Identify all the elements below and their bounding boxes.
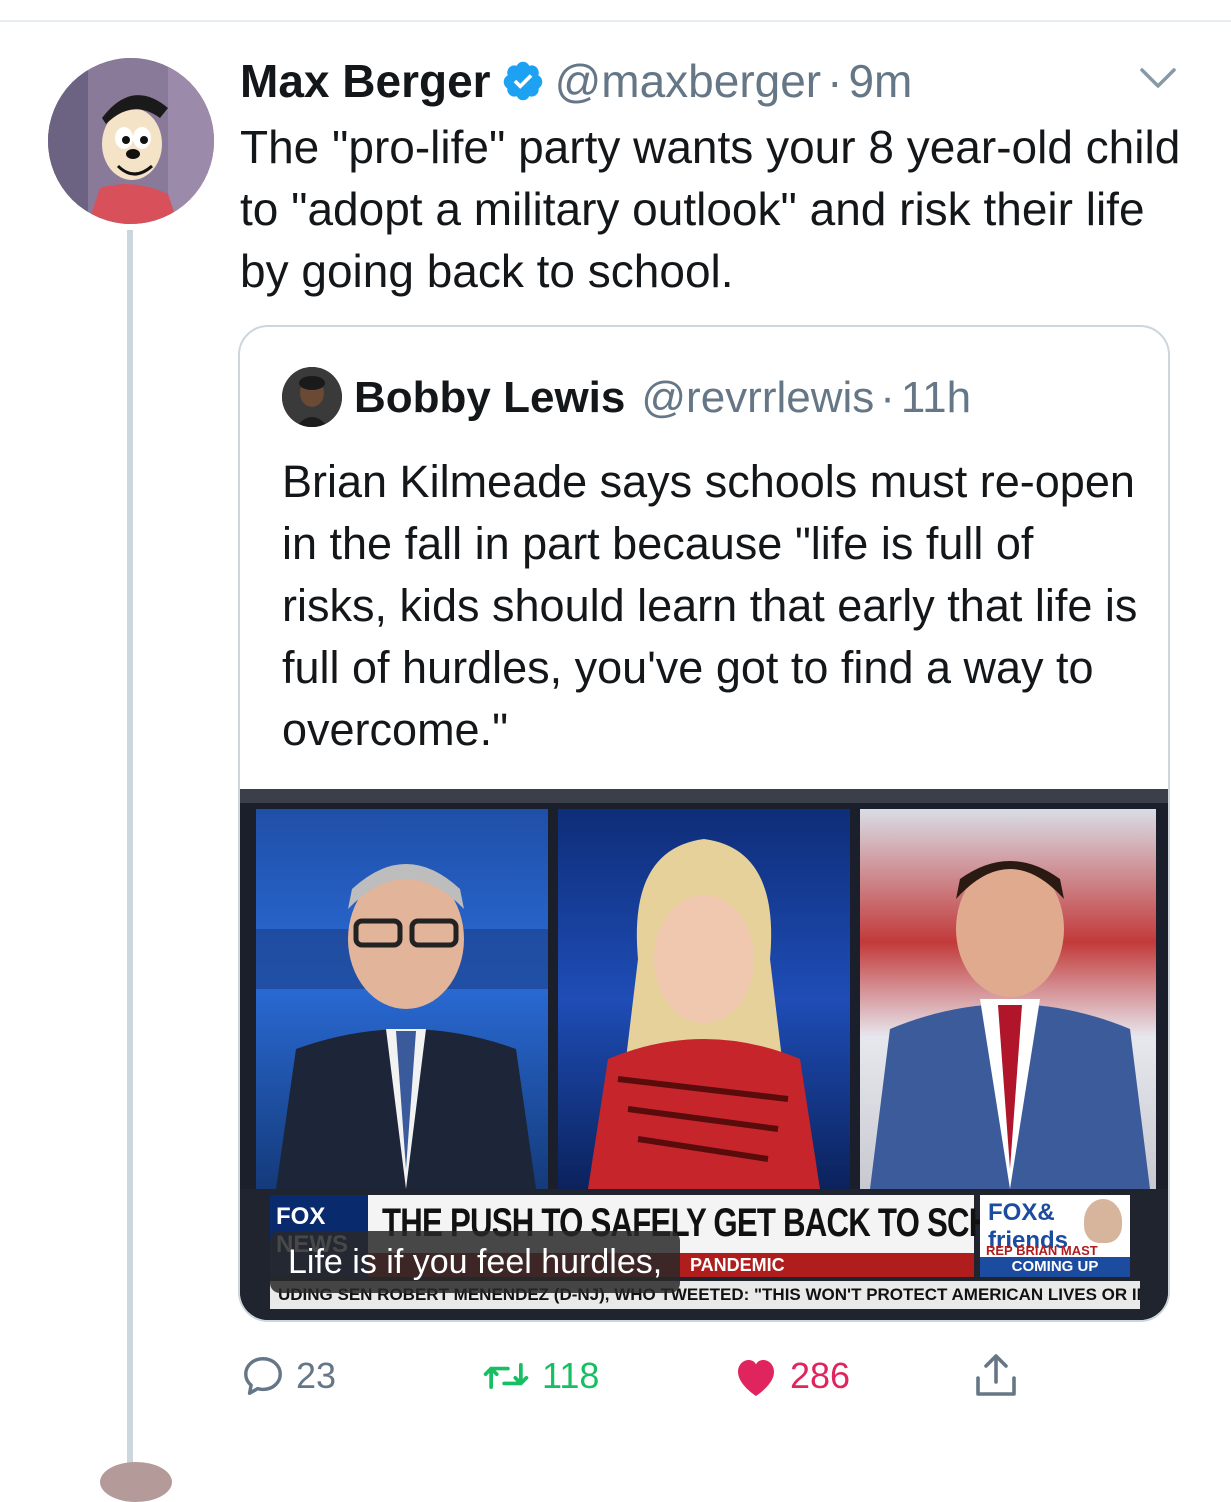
- like-button[interactable]: 286: [732, 1346, 850, 1406]
- news-subheadline: PANDEMIC: [690, 1255, 785, 1275]
- reply-button[interactable]: 23: [240, 1346, 336, 1406]
- quoted-avatar-image: [282, 367, 342, 427]
- guest-label: REP BRIAN MAST: [986, 1243, 1098, 1258]
- tweet-action-bar: 23 118 286: [240, 1346, 1040, 1406]
- thread-connector-line: [127, 230, 133, 1474]
- coming-up-label: COMING UP: [980, 1257, 1130, 1277]
- next-tweet-avatar[interactable]: [100, 1462, 172, 1502]
- video-panel-center-host: [558, 809, 850, 1189]
- quoted-tweet-card[interactable]: Bobby Lewis @revrrlewis · 11h Brian Kilm…: [238, 325, 1170, 1322]
- video-caption: Life is if you feel hurdles,: [270, 1231, 681, 1293]
- reply-icon: [244, 1357, 282, 1395]
- chevron-down-icon[interactable]: [1138, 62, 1178, 92]
- like-count: 286: [790, 1355, 851, 1396]
- show-logo-box: FOX& friends REP BRIAN MAST COMING UP: [980, 1195, 1130, 1277]
- author-name[interactable]: Max Berger: [240, 54, 491, 108]
- quoted-tweet-text: Brian Kilmeade says schools must re-open…: [282, 456, 1138, 755]
- share-button[interactable]: [972, 1346, 1030, 1406]
- video-panel-right-host: [860, 809, 1156, 1189]
- guest-thumbnail: [1084, 1199, 1122, 1243]
- reply-count: 23: [296, 1355, 337, 1396]
- quoted-avatar[interactable]: [282, 367, 342, 427]
- quoted-tweet-timestamp[interactable]: 11h: [901, 373, 971, 423]
- verified-badge-icon: [503, 61, 542, 101]
- avatar[interactable]: [48, 58, 214, 224]
- tweet-header: Max Berger @maxberger · 9m: [240, 52, 912, 110]
- video-top-strip: [240, 789, 1168, 803]
- author-handle[interactable]: @maxberger: [555, 54, 822, 108]
- news-lower-third: FOX NEWS THE PUSH TO SAFELY GET BACK TO …: [240, 1189, 1168, 1320]
- tweet-text: The "pro-life" party wants your 8 year-o…: [240, 121, 1181, 297]
- quoted-author-handle[interactable]: @revrrlewis: [641, 373, 874, 423]
- video-panel-left-host: [256, 809, 548, 1189]
- meta-separator: ·: [827, 55, 843, 107]
- avatar-image: [48, 58, 214, 224]
- quoted-tweet-header: Bobby Lewis @revrrlewis · 11h: [354, 369, 971, 427]
- video-player[interactable]: FOX NEWS THE PUSH TO SAFELY GET BACK TO …: [240, 789, 1168, 1320]
- quoted-meta-separator: ·: [880, 373, 895, 422]
- retweet-button[interactable]: 118: [480, 1346, 599, 1406]
- heart-icon: [738, 1360, 774, 1396]
- retweet-icon: [483, 1363, 529, 1389]
- retweet-count: 118: [542, 1355, 600, 1396]
- quoted-author-name[interactable]: Bobby Lewis: [354, 373, 625, 423]
- tweet-timestamp[interactable]: 9m: [848, 54, 912, 108]
- share-icon: [976, 1354, 1016, 1396]
- top-divider: [0, 20, 1231, 22]
